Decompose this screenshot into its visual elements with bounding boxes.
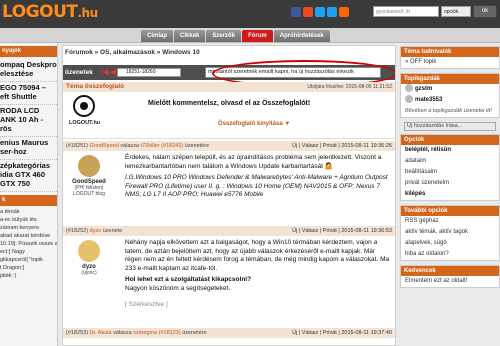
search-button[interactable]: ok [473,5,497,18]
tab-aprohirdetesek[interactable]: Apróhirdetések [273,30,330,42]
page-prev-icon[interactable]: |◀ ◀ [101,68,116,76]
options-box: Opciók beléptél, rétisün adataim beállít… [400,134,500,201]
option-link[interactable]: alapelvek, súgó [401,238,499,249]
site-header: LOGOUT.hu gyorskereső: itt opciók ok [0,0,500,28]
topic-link[interactable]: 16:19]: Pússzik ossze a [0,240,57,248]
page-select[interactable]: 18251-18260 [117,68,181,77]
edited-note: [ Szerkesztve ] [125,301,168,308]
author-link[interactable]: dyzo [90,228,102,234]
facebook-icon[interactable] [291,7,301,17]
right-sidebar: Téma tudnivalók » OFF topik Topikgazdák … [400,43,500,346]
topic-link[interactable]: a-ec kütyük lés [0,216,57,224]
reply-to-link[interactable]: szmegma [133,330,157,336]
post-actions[interactable]: Új | Válasz | Privát | 2015-08-11 19:36:… [292,143,392,149]
twitter-icon[interactable] [315,7,325,17]
moderators-box: Topikgazdák gzstm mate3553 Bővében a top… [400,73,500,118]
logout-link[interactable]: kilépés [401,189,499,200]
topic-link[interactable]: t Dragon:] [0,264,57,272]
left-sidebar: nyajok ompaq Deskpro elesztése EGO 75094 … [0,43,58,346]
option-link[interactable]: aktív témák, aktív tagok [401,227,499,238]
user-icon [405,95,413,104]
tab-cimlap[interactable]: Címlap [141,30,174,42]
topic-link[interactable]: játék :) [0,272,57,280]
summary-toggle[interactable]: Összefoglaló kinyitása ▼ [218,121,290,127]
post-actions[interactable]: Új | Válasz | Privát | 2015-08-11 19:37:… [292,330,392,336]
post-header: (#18253) Dr. Akula válasza szmegma (#181… [63,328,395,338]
logout-logo: LOGOUT.hu [69,95,100,135]
moderator-link[interactable]: gzstm [401,84,499,95]
option-link[interactable]: adataim [401,156,499,167]
post-author: GoodSpeed (PH! félisten) LOGOUT blog [67,155,111,197]
breadcrumb[interactable]: Fórumok » OS, alkalmazások » Windows 10 [65,49,200,56]
topic-info-box: Téma tudnivalók » OFF topik [400,46,500,69]
article-link[interactable]: zépkategórias idia GTX 460 GTX 750 [0,160,57,192]
google-plus-icon[interactable] [303,7,313,17]
search-scope-select[interactable]: opciók [441,6,471,17]
option-link[interactable]: beállításaim [401,167,499,178]
post-body: Érdekes, nálam szépen települt, és az új… [125,154,391,203]
topic-label: üzenetek [65,69,93,76]
topic-link[interactable]: gkkapcsról] "topik [0,256,57,264]
left-sidebar-heading: nyajok [0,46,57,57]
post-body: Néhány napja elkövettem azt a balgaságot… [125,239,390,308]
off-topic-link[interactable]: » OFF topik [401,57,499,68]
option-link[interactable]: RSS gépház [401,216,499,227]
reply-to-link[interactable]: t72killer [141,143,160,149]
article-link[interactable]: RODA LCD ANK 10 Ah - rös [0,105,57,137]
favorites-box: Kedvencek Elmentem ezt az oldalt! [400,265,500,288]
search-input[interactable]: gyorskereső: itt [373,6,439,17]
site-logo[interactable]: LOGOUT.hu [2,2,98,22]
option-link[interactable]: privát üzeneteim [401,178,499,189]
tab-szerzok[interactable]: Szerzők [206,30,242,42]
moderator-link[interactable]: mate3553 [401,95,499,106]
social-icons [291,7,349,17]
post: dyzo (újonc) Néhány napja elkövettem azt… [63,237,395,325]
main-nav: Címlap Cikkek Szerzők Fórum Apróhirdetés… [0,28,500,43]
tab-cikkek[interactable]: Cikkek [174,30,206,42]
summary-header: Téma összefoglaló Utoljára frissítve: 20… [63,82,395,92]
summary-date: Utoljára frissítve: 2015-08-05 11:21:52 [307,84,392,90]
summary-box: LOGOUT.hu Mielőtt kommentelsz, olvasd el… [63,93,395,139]
avatar[interactable] [78,240,100,262]
moderator-note: Bővében a topikgazdák üzenetei itt! [405,108,492,114]
topic-link[interactable]: ect:] Nagy [0,248,57,256]
topic-link[interactable]: abad akarat kérdése [0,232,57,240]
summary-message: Mielőtt kommentelsz, olvasd el az Összef… [148,100,311,107]
post-actions[interactable]: Új | Válasz | Privát | 2015-08-11 19:36:… [292,228,392,234]
new-post-button[interactable]: Új hozzászólás írása... [404,122,496,131]
forum-main: Fórumok » OS, alkalmazások » Windows 10 … [62,45,396,346]
tab-forum[interactable]: Fórum [242,30,273,42]
more-options-box: További opciók RSS gépház aktív témák, a… [400,205,500,261]
article-link[interactable]: EGO 75094 – eft Shuttle [0,82,57,105]
post-header: (#18252) dyzo üzenete Új | Válasz | Priv… [63,226,395,236]
article-link[interactable]: enius Maurus ser-hoz [0,137,57,160]
rss-icon[interactable] [339,7,349,17]
save-page-link[interactable]: Elmentem ezt az oldalt! [401,276,499,287]
summary-title[interactable]: Téma összefoglaló [66,83,124,90]
topic-link[interactable]: a témák [0,208,57,216]
author-link[interactable]: Dr. Akula [90,330,112,336]
logged-in-user[interactable]: beléptél, rétisün [401,145,499,156]
option-link[interactable]: hiba az oldalon? [401,249,499,260]
post-header: (#18251) GoodSpeed válasza t72killer (#1… [63,141,395,151]
post-signature: I.G.Windows 10 PRO Windows Defender & Ma… [125,174,388,198]
post-author: dyzo (újonc) [67,240,111,276]
author-link[interactable]: GoodSpeed [90,143,119,149]
avatar[interactable] [78,155,100,177]
article-link[interactable]: ompaq Deskpro elesztése [0,59,57,82]
logout-logo-icon [73,95,95,117]
twitter-icon-2[interactable] [327,7,337,17]
user-icon [405,84,413,93]
left-sidebar-heading-2: k [0,195,57,206]
topic-link[interactable]: zámam kenyere [0,224,57,232]
